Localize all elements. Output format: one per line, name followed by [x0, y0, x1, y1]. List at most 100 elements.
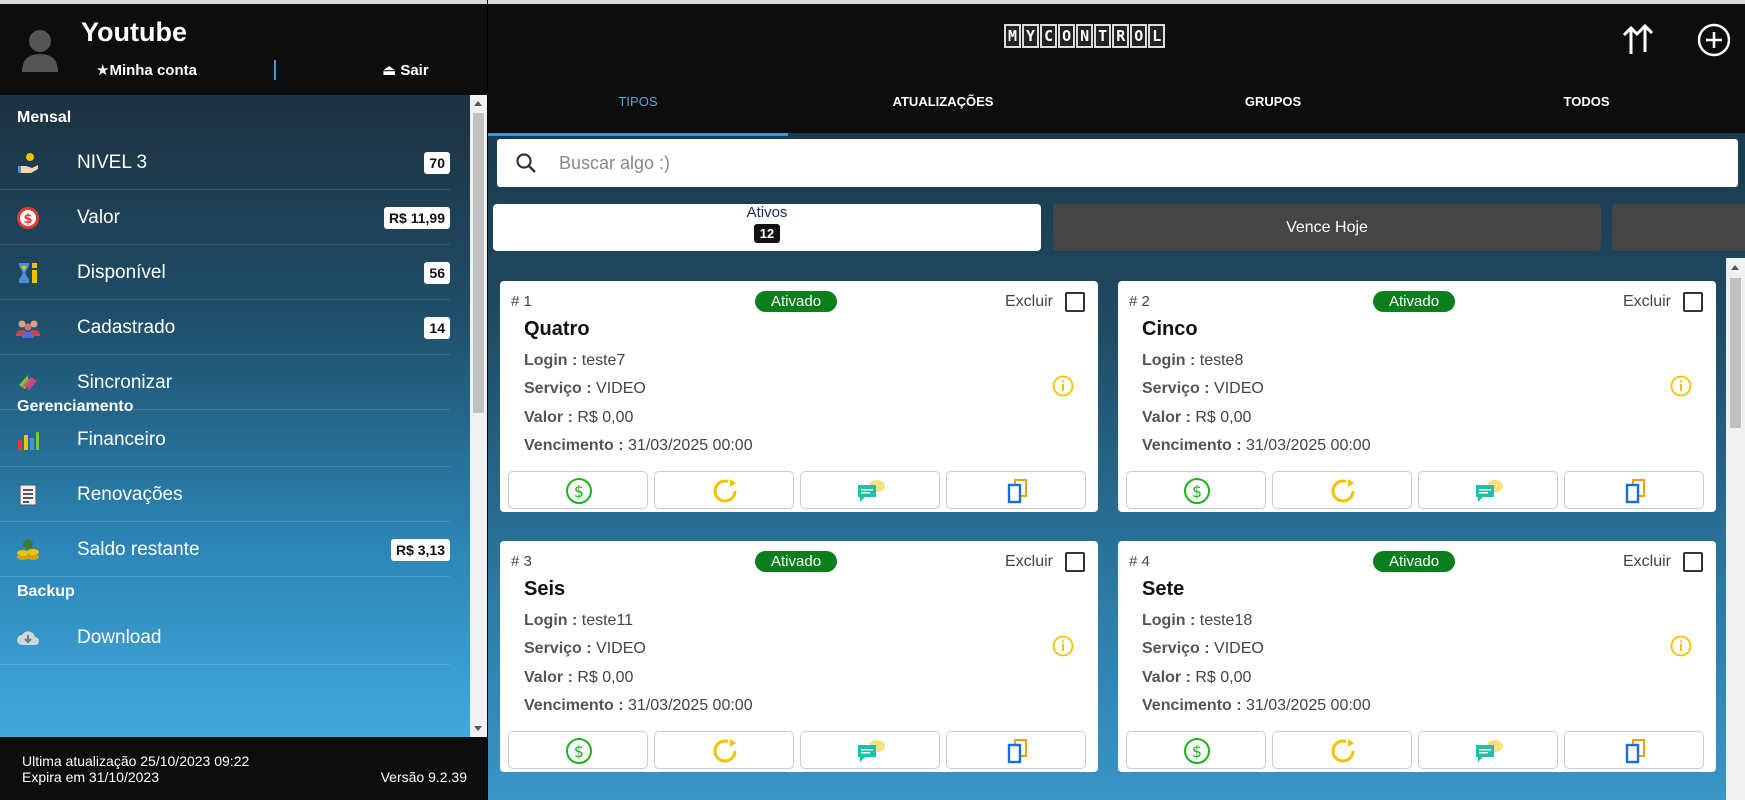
- info-icon[interactable]: [1670, 635, 1692, 657]
- dollar-circle-icon: $: [1184, 478, 1210, 504]
- renew-button[interactable]: [1272, 731, 1412, 769]
- sync-arrows-icon: [19, 375, 37, 391]
- scroll-up-icon[interactable]: [1731, 265, 1739, 270]
- info-icon[interactable]: [1670, 375, 1692, 397]
- payment-button[interactable]: $: [1126, 731, 1266, 769]
- renew-icon: [1331, 479, 1355, 503]
- service-field: Serviço : VIDEO: [1142, 380, 1264, 397]
- delete-label: Excluir: [1005, 293, 1054, 310]
- svg-text:$: $: [574, 742, 584, 761]
- copy-button[interactable]: [1564, 471, 1704, 509]
- message-button[interactable]: [800, 471, 940, 509]
- sidebar-item-disponivel[interactable]: Disponível 56: [0, 245, 470, 300]
- client-name: Quatro: [524, 318, 590, 340]
- section-title-backup: Backup: [17, 583, 75, 600]
- client-card: # 1 Ativado Excluir Quatro Login : teste…: [500, 281, 1098, 512]
- search-bar: [497, 139, 1738, 187]
- message-button[interactable]: [800, 731, 940, 769]
- delete-checkbox[interactable]: [1065, 292, 1085, 312]
- payment-button[interactable]: $: [1126, 471, 1266, 509]
- svg-text:$: $: [574, 482, 584, 501]
- header-divider: [274, 60, 276, 80]
- filter-next[interactable]: [1612, 204, 1745, 251]
- avatar[interactable]: [20, 26, 60, 74]
- card-actions: $: [1126, 471, 1708, 509]
- tab-todos[interactable]: TODOS: [1428, 94, 1745, 109]
- mycontrol-logo: MYCONTROL: [1004, 24, 1166, 48]
- dollar-circle-icon: $: [566, 478, 592, 504]
- version-text: Versão 9.2.39: [380, 769, 467, 785]
- due-date-field: Vencimento : 31/03/2025 00:00: [524, 437, 753, 454]
- value-field: Valor : R$ 0,00: [1142, 409, 1252, 426]
- active-tab-indicator: [488, 133, 788, 136]
- renew-button[interactable]: [654, 731, 794, 769]
- scroll-thumb[interactable]: [1730, 278, 1741, 428]
- client-card: # 2 Ativado Excluir Cinco Login : teste8…: [1118, 281, 1716, 512]
- tab-grupos[interactable]: GRUPOS: [1108, 94, 1438, 109]
- section-title-mensal: Mensal: [17, 109, 72, 126]
- renew-button[interactable]: [1272, 471, 1412, 509]
- expiry-text: Expira em 31/10/2023: [22, 769, 159, 785]
- sidebar-item-label: Valor: [77, 207, 120, 228]
- copy-icon: [1007, 479, 1027, 504]
- tab-bar: TIPOS ATUALIZAÇÕES GRUPOS TODOS: [488, 84, 1745, 136]
- search-input[interactable]: [559, 147, 1709, 179]
- renew-icon: [713, 739, 737, 763]
- status-badge: Ativado: [1373, 551, 1456, 572]
- copy-button[interactable]: [1564, 731, 1704, 769]
- sidebar-scrollbar[interactable]: [470, 95, 487, 737]
- scroll-up-icon[interactable]: [474, 101, 482, 106]
- delete-checkbox[interactable]: [1683, 292, 1703, 312]
- sidebar-item-label: Cadastrado: [77, 317, 176, 338]
- card-actions: $: [1126, 731, 1708, 769]
- main-scrollbar[interactable]: [1726, 258, 1745, 800]
- copy-icon: [1625, 479, 1645, 504]
- sidebar-item-label: NIVEL 3: [77, 152, 148, 173]
- renew-icon: [713, 479, 737, 503]
- info-icon[interactable]: [1052, 635, 1074, 657]
- sort-arrows-icon[interactable]: [1620, 22, 1656, 58]
- renew-button[interactable]: [654, 471, 794, 509]
- delete-label: Excluir: [1623, 553, 1672, 570]
- tab-tipos[interactable]: TIPOS: [488, 94, 788, 109]
- svg-text:$: $: [1192, 482, 1202, 501]
- message-button[interactable]: [1418, 731, 1558, 769]
- login-field: Login : teste7: [524, 352, 626, 369]
- delete-checkbox[interactable]: [1683, 552, 1703, 572]
- client-card: # 3 Ativado Excluir Seis Login : teste11…: [500, 541, 1098, 772]
- sidebar-item-label: Disponível: [77, 262, 166, 283]
- sidebar-item-renovacoes[interactable]: Renovações: [0, 467, 470, 522]
- sidebar-item-label: Saldo restante: [77, 539, 200, 560]
- logout-link[interactable]: ⏏ Sair: [382, 61, 429, 79]
- sidebar-item-valor[interactable]: $ Valor R$ 11,99: [0, 190, 470, 245]
- info-icon[interactable]: [1052, 375, 1074, 397]
- scroll-thumb[interactable]: [473, 113, 484, 413]
- filter-vence-hoje[interactable]: Vence Hoje: [1053, 204, 1601, 251]
- client-card: # 4 Ativado Excluir Sete Login : teste18…: [1118, 541, 1716, 772]
- chat-icon: [1476, 740, 1503, 762]
- payment-button[interactable]: $: [508, 731, 648, 769]
- svg-text:$: $: [23, 212, 32, 227]
- scroll-down-icon[interactable]: [474, 726, 482, 731]
- filter-ativos[interactable]: Ativos 12: [493, 204, 1041, 251]
- sidebar-item-saldo[interactable]: Saldo restante R$ 3,13: [0, 522, 470, 577]
- payment-button[interactable]: $: [508, 471, 648, 509]
- last-update-text: Ultima atualização 25/10/2023 09:22: [22, 753, 250, 769]
- count-badge: 70: [424, 152, 450, 174]
- delete-checkbox[interactable]: [1065, 552, 1085, 572]
- status-badge: Ativado: [1373, 291, 1456, 312]
- my-account-link[interactable]: ★Minha conta: [96, 61, 197, 79]
- sidebar-item-financeiro[interactable]: Financeiro: [0, 412, 470, 467]
- dollar-circle-icon: $: [17, 207, 39, 229]
- message-button[interactable]: [1418, 471, 1558, 509]
- sidebar-item-cadastrado[interactable]: Cadastrado 14: [0, 300, 470, 355]
- tab-atualizacoes[interactable]: ATUALIZAÇÕES: [788, 94, 1098, 109]
- sidebar-item-nivel[interactable]: NIVEL 3 70: [0, 135, 470, 190]
- add-circle-icon[interactable]: [1696, 22, 1732, 58]
- copy-button[interactable]: [946, 731, 1086, 769]
- copy-button[interactable]: [946, 471, 1086, 509]
- sidebar: Youtube ★Minha conta ⏏ Sair Mensal NIVEL…: [0, 0, 487, 800]
- card-number: # 4: [1129, 553, 1150, 570]
- sidebar-item-download[interactable]: Download: [0, 610, 470, 665]
- sidebar-item-label: Sincronizar: [77, 372, 173, 393]
